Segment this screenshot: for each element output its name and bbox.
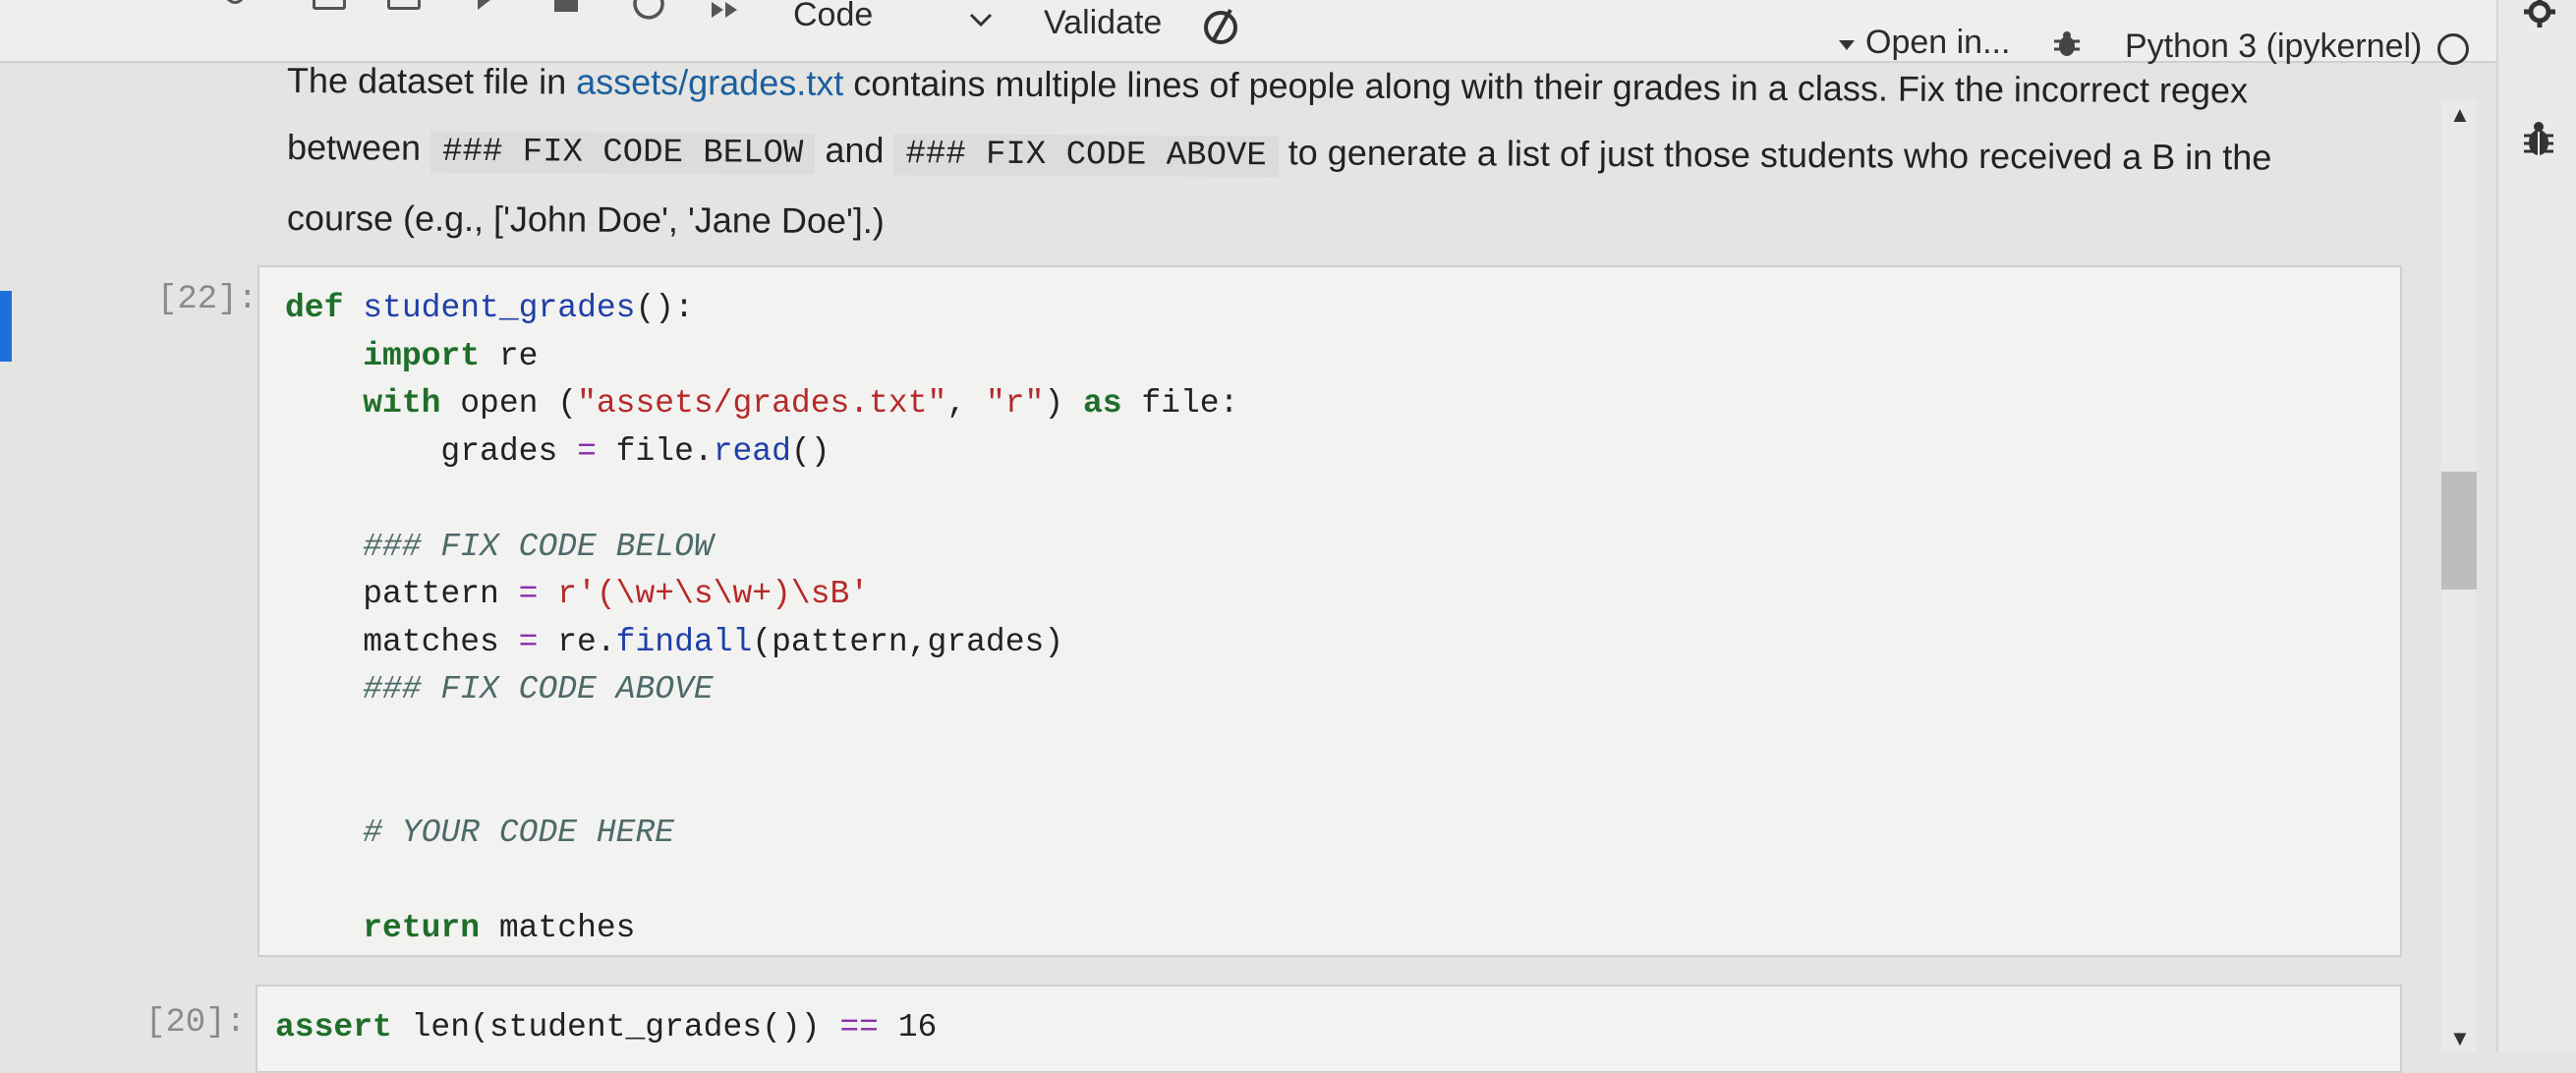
- code-token: as: [1082, 385, 1122, 422]
- code-line: matches = re.findall(pattern,grades): [285, 619, 1238, 667]
- code-token: "assets/grades.txt": [577, 385, 947, 422]
- inline-code: ### FIX CODE ABOVE: [893, 134, 1279, 178]
- code-line: pattern = r'(\w+\s\w+)\sB': [285, 571, 1238, 619]
- debugger-icon[interactable]: [2522, 120, 2555, 159]
- code-token: ### FIX CODE ABOVE: [363, 671, 714, 707]
- code-line: import re: [285, 333, 1238, 381]
- code-token: grades: [285, 432, 578, 470]
- scroll-up-icon[interactable]: ▲: [2449, 102, 2471, 128]
- cell-prompt: [20]:: [145, 1004, 247, 1042]
- code-token: # YOUR CODE HERE: [363, 814, 675, 851]
- code-token: "r": [985, 385, 1045, 422]
- code-token: len(student_grades()): [391, 1009, 840, 1045]
- code-token: import: [363, 337, 481, 374]
- code-line: with open ("assets/grades.txt", "r") as …: [285, 380, 1238, 428]
- code-token: file:: [1121, 385, 1239, 422]
- code-token: re: [480, 337, 539, 374]
- code-line: ​: [285, 762, 1238, 810]
- code-line: def student_grades():: [285, 285, 1238, 333]
- markdown-text: contains multiple lines of people along …: [843, 62, 2249, 111]
- code-token: with: [363, 385, 441, 422]
- code-token: findall: [615, 623, 753, 660]
- code-editor[interactable]: assert len(student_grades()) == 16: [275, 1004, 937, 1052]
- code-cell[interactable]: assert len(student_grades()) == 16: [256, 985, 2402, 1073]
- markdown-text: between: [286, 127, 431, 168]
- code-line: ​: [285, 714, 1238, 762]
- code-token: assert: [275, 1009, 392, 1045]
- code-token: ,: [946, 385, 986, 422]
- code-token: ():: [635, 290, 694, 326]
- code-token: pattern: [285, 576, 519, 612]
- inline-code: ### FIX CODE BELOW: [429, 131, 816, 175]
- markdown-text: to generate a list of just those student…: [1278, 132, 2272, 178]
- markdown-line-2: between ### FIX CODE BELOW and ### FIX C…: [287, 114, 2302, 196]
- code-token: ==: [839, 1009, 879, 1045]
- cell-prompt: [22]:: [157, 281, 258, 318]
- fast-forward-icon[interactable]: [710, 0, 743, 20]
- code-line: ​: [285, 857, 1238, 905]
- code-token: def: [285, 290, 344, 326]
- markdown-line-1: The dataset file in assets/grades.txt co…: [287, 47, 2302, 125]
- code-token: file.: [596, 432, 714, 470]
- code-token: (): [790, 432, 830, 470]
- validate-icon[interactable]: [1199, 4, 1242, 47]
- cell-type-select[interactable]: Code: [793, 0, 873, 34]
- code-line: ### FIX CODE ABOVE: [285, 666, 1238, 714]
- code-editor[interactable]: def student_grades(): import re with ope…: [285, 285, 1238, 952]
- markdown-text: The dataset file in: [286, 60, 577, 102]
- scroll-down-icon[interactable]: ▼: [2449, 1026, 2471, 1051]
- code-token: matches: [480, 909, 636, 946]
- right-sidebar: [2496, 0, 2576, 1052]
- validate-button[interactable]: Validate: [1044, 4, 1162, 42]
- code-line: ### FIX CODE BELOW: [285, 524, 1238, 572]
- cut-icon[interactable]: [221, 0, 260, 12]
- run-icon[interactable]: [476, 0, 497, 12]
- code-token: matches: [285, 623, 519, 660]
- code-token: ### FIX CODE BELOW: [363, 528, 714, 565]
- settings-gear-icon[interactable]: [2522, 0, 2557, 29]
- code-line: return matches: [285, 905, 1238, 953]
- scrollbar-thumb[interactable]: [2441, 472, 2477, 590]
- markdown-text: and: [815, 129, 894, 171]
- code-token: open (: [440, 385, 578, 422]
- code-token: =: [577, 432, 597, 470]
- code-cell[interactable]: def student_grades(): import re with ope…: [258, 265, 2402, 957]
- file-path-text: assets/grades.txt: [576, 61, 844, 103]
- code-token: =: [518, 576, 539, 612]
- code-line: assert len(student_grades()) == 16: [275, 1004, 937, 1052]
- code-token: return: [363, 909, 481, 946]
- code-line: # YOUR CODE HERE: [285, 810, 1238, 858]
- restart-icon[interactable]: [629, 0, 664, 20]
- copy-icon[interactable]: [313, 0, 346, 10]
- code-token: read: [713, 432, 791, 470]
- code-token: student_grades: [363, 290, 636, 326]
- code-token: 16: [878, 1009, 938, 1045]
- active-cell-indicator: [0, 291, 12, 362]
- kernel-status-icon: [2437, 33, 2469, 65]
- stop-icon[interactable]: [554, 0, 578, 12]
- code-line: grades = file.read(): [285, 428, 1238, 477]
- code-token: r'(\w+\s\w+)\sB': [557, 576, 870, 612]
- code-token: =: [518, 623, 539, 660]
- chevron-down-icon[interactable]: [968, 12, 994, 28]
- paste-icon[interactable]: [387, 0, 421, 10]
- code-line: ​: [285, 476, 1238, 524]
- code-token: ): [1044, 385, 1083, 422]
- markdown-cell[interactable]: The dataset file in assets/grades.txt co…: [287, 47, 2302, 252]
- code-token: (pattern,grades): [752, 623, 1064, 660]
- markdown-line-3: course (e.g., ['John Doe', 'Jane Doe'].): [286, 198, 885, 242]
- code-token: re.: [538, 623, 616, 660]
